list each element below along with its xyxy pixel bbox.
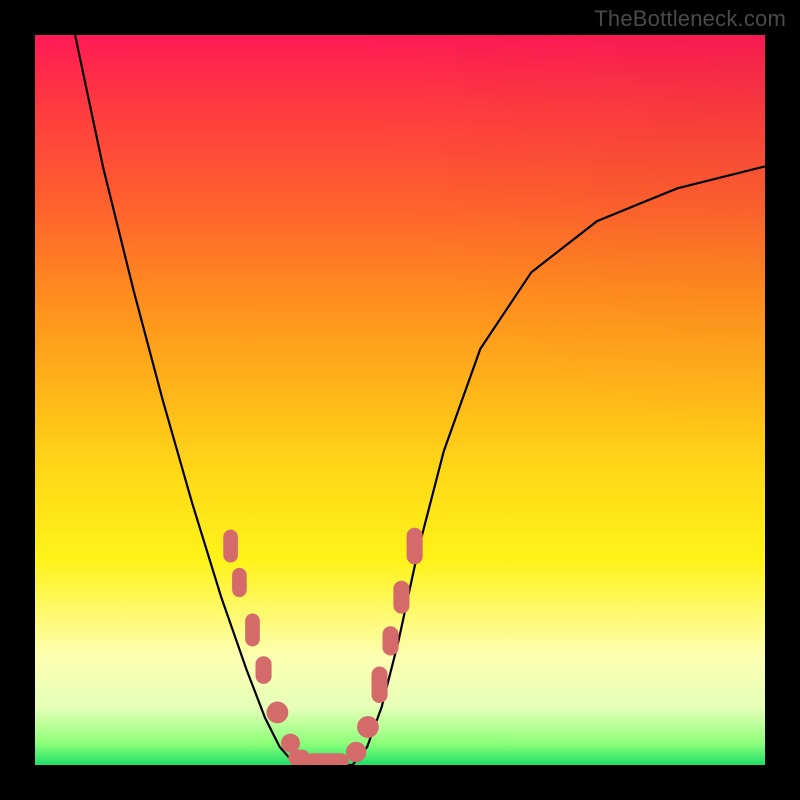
marker-group [223, 528, 422, 765]
chart-frame: TheBottleneck.com [0, 0, 800, 800]
curve-marker [372, 667, 388, 704]
watermark-text: TheBottleneck.com [594, 6, 786, 32]
curve-marker [223, 530, 238, 563]
curve-marker [267, 702, 289, 724]
curve-marker [232, 568, 247, 597]
curve-marker [305, 753, 349, 765]
curve-marker [256, 656, 272, 684]
bottleneck-curve [75, 35, 765, 765]
curve-layer [35, 35, 765, 765]
curve-marker [245, 614, 260, 647]
curve-group [75, 35, 765, 765]
curve-marker [346, 742, 366, 762]
plot-area [35, 35, 765, 765]
curve-marker [407, 528, 423, 565]
curve-marker [383, 626, 399, 655]
curve-marker [393, 581, 409, 614]
curve-marker [357, 716, 379, 738]
